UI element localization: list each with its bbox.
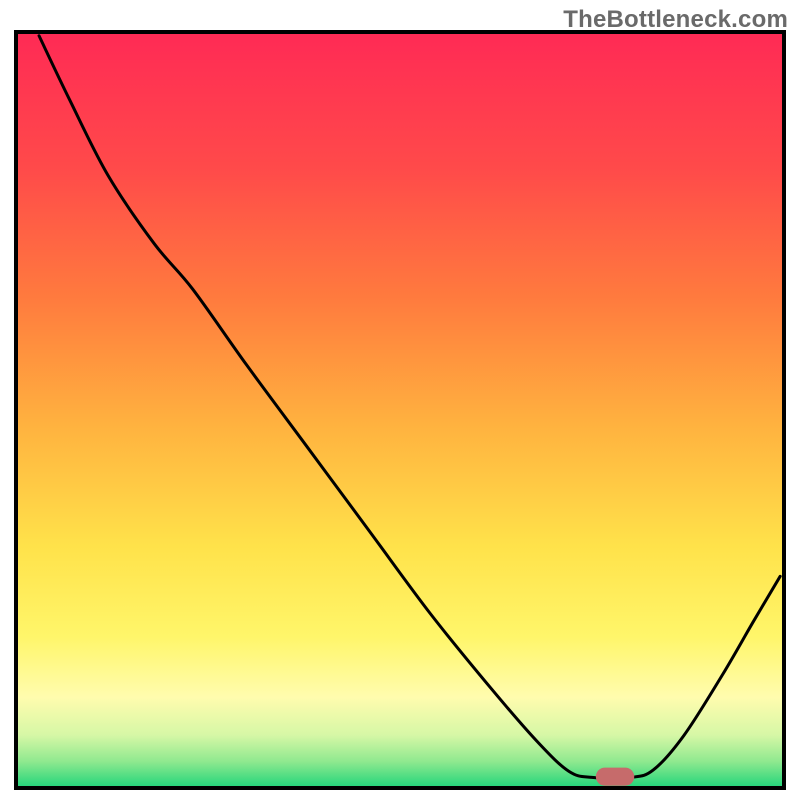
plot-area <box>0 0 800 800</box>
watermark-text: TheBottleneck.com <box>563 6 788 34</box>
plot-background <box>16 32 784 788</box>
optimal-marker <box>596 768 634 786</box>
